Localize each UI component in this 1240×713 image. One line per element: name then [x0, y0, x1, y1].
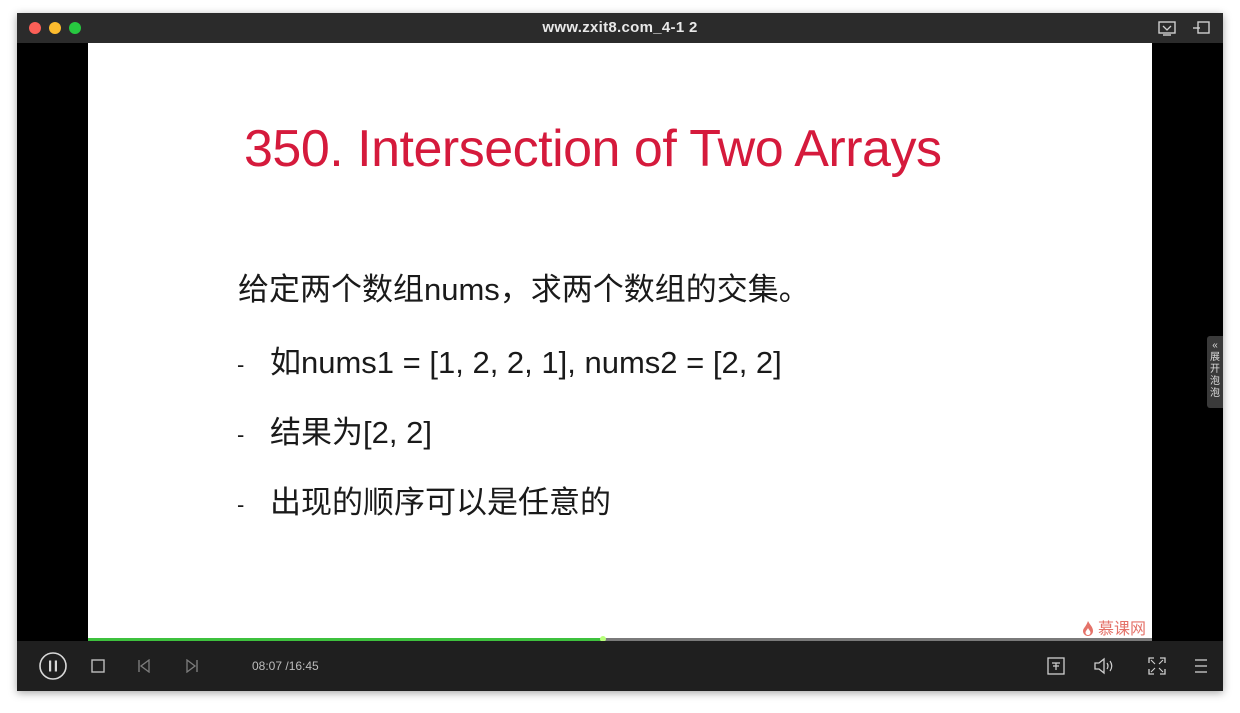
skip-next-icon: [186, 659, 198, 673]
expand-arrow-icon: «: [1212, 340, 1218, 351]
player-window: www.zxit8.com_4-1 2 350. Intersection of…: [17, 13, 1223, 691]
bullet-item: - 结果为[2, 2]: [237, 407, 432, 452]
bullet-text: 结果为[2, 2]: [270, 415, 432, 450]
title-bar[interactable]: www.zxit8.com_4-1 2: [17, 13, 1223, 43]
slide-intro: 给定两个数组nums，求两个数组的交集。: [238, 272, 810, 307]
volume-icon: [1094, 657, 1113, 675]
pause-button[interactable]: [39, 652, 67, 680]
volume-button[interactable]: [1093, 657, 1119, 675]
expand-bubbles-tab[interactable]: « 展 开 泡 泡: [1207, 336, 1223, 408]
mini-mode-icon[interactable]: [1191, 18, 1213, 38]
subtitle-button[interactable]: [1047, 657, 1065, 675]
slide-title: 350. Intersection of Two Arrays: [244, 120, 942, 178]
bullet-item: - 出现的顺序可以是任意的: [237, 477, 611, 522]
side-tab-char: 展: [1210, 352, 1220, 363]
bullet-marker: -: [237, 351, 245, 377]
stop-icon: [91, 659, 105, 673]
subtitle-icon: [1047, 657, 1065, 675]
next-button[interactable]: [185, 659, 199, 673]
flame-icon: [1082, 621, 1093, 636]
bullet-text: 出现的顺序可以是任意的: [270, 485, 611, 520]
playlist-button[interactable]: [1192, 657, 1210, 675]
side-tab-char: 开: [1210, 364, 1220, 375]
side-tab-char: 泡: [1210, 376, 1220, 387]
skip-previous-icon: [138, 659, 150, 673]
bullet-marker: -: [237, 491, 245, 517]
playlist-icon: [1195, 659, 1207, 673]
fullscreen-button[interactable]: [1148, 657, 1166, 675]
video-area[interactable]: 350. Intersection of Two Arrays 给定两个数组nu…: [17, 43, 1223, 641]
watermark-logo: 慕课网: [1082, 615, 1146, 639]
side-tab-char: 泡: [1210, 388, 1220, 399]
bullet-marker: -: [237, 421, 245, 447]
bullet-item: - 如nums1 = [1, 2, 2, 1], nums2 = [2, 2]: [237, 337, 782, 382]
stop-button[interactable]: [91, 659, 105, 673]
control-bar: 08:07 /16:45: [17, 641, 1223, 691]
bullet-text: 如nums1 = [1, 2, 2, 1], nums2 = [2, 2]: [270, 345, 782, 380]
tv-icon[interactable]: [1156, 18, 1178, 38]
watermark-text: 慕课网: [1097, 621, 1146, 638]
window-title: www.zxit8.com_4-1 2: [542, 19, 698, 36]
fullscreen-icon: [1148, 657, 1166, 675]
previous-button[interactable]: [137, 659, 151, 673]
slide: 350. Intersection of Two Arrays 给定两个数组nu…: [88, 43, 1152, 641]
pause-icon: [39, 652, 67, 680]
time-display: 08:07 /16:45: [252, 659, 319, 673]
